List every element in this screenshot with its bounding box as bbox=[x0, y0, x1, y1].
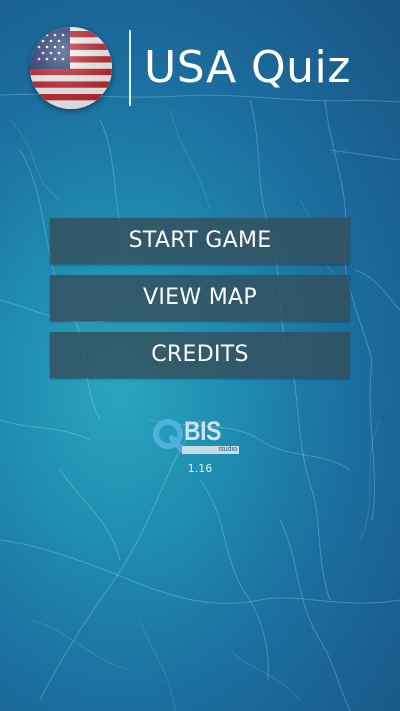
header-divider bbox=[129, 30, 131, 106]
main-menu: START GAME VIEW MAP CREDITS bbox=[50, 218, 350, 389]
app-screen: USA Quiz START GAME VIEW MAP CREDITS BIS… bbox=[0, 0, 400, 711]
credits-button[interactable]: CREDITS bbox=[50, 332, 350, 378]
view-map-button[interactable]: VIEW MAP bbox=[50, 275, 350, 321]
studio-logo: BIS studio bbox=[152, 416, 248, 458]
app-title: USA Quiz bbox=[144, 42, 351, 93]
app-header: USA Quiz bbox=[0, 0, 400, 112]
logo-wordmark: BIS bbox=[184, 416, 221, 446]
start-game-button[interactable]: START GAME bbox=[50, 218, 350, 264]
version-label: 1.16 bbox=[187, 462, 213, 475]
logo-subtext: studio bbox=[182, 446, 239, 454]
us-flag-icon bbox=[30, 27, 112, 109]
